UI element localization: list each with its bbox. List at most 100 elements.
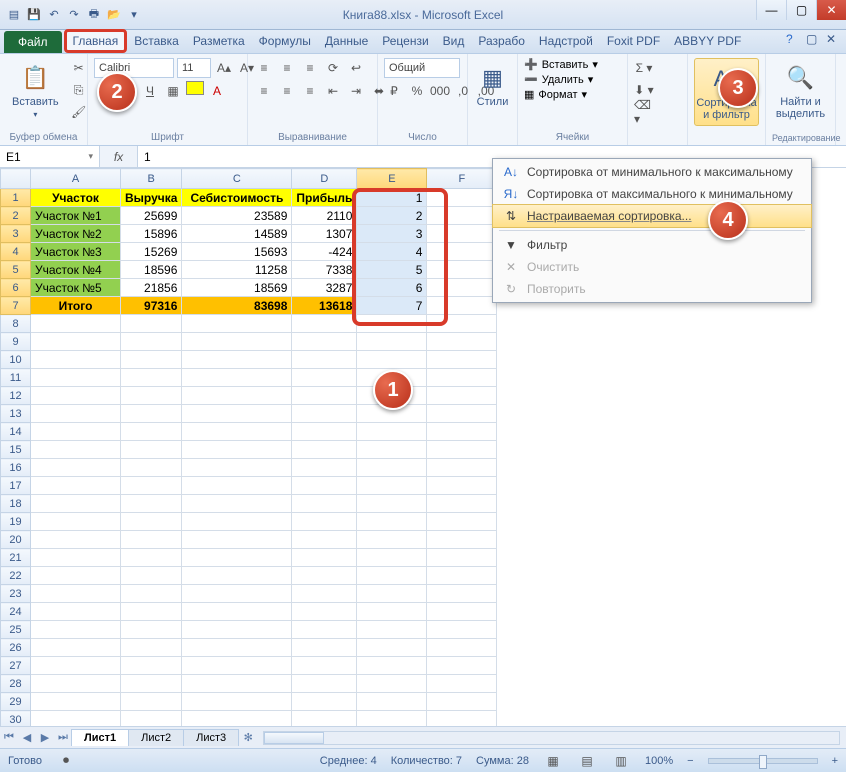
increase-font-icon[interactable]: A▴ xyxy=(214,58,234,78)
cell-A6[interactable]: Участок №5 xyxy=(31,279,121,297)
cell-D25[interactable] xyxy=(292,621,357,639)
cell-C29[interactable] xyxy=(182,693,292,711)
number-format-combo[interactable]: Общий xyxy=(384,58,460,78)
percent-icon[interactable]: % xyxy=(407,81,427,101)
cell-C30[interactable] xyxy=(182,711,292,727)
maximize-button[interactable]: ▢ xyxy=(786,0,816,20)
cell-B10[interactable] xyxy=(121,351,182,369)
clear-icon[interactable]: ⌫ ▾ xyxy=(634,102,654,122)
cell-B28[interactable] xyxy=(121,675,182,693)
zoom-out-button[interactable]: − xyxy=(687,755,693,767)
cell-A16[interactable] xyxy=(31,459,121,477)
cell-D5[interactable]: 7338 xyxy=(292,261,357,279)
cell-C10[interactable] xyxy=(182,351,292,369)
cell-D14[interactable] xyxy=(292,423,357,441)
cell-D21[interactable] xyxy=(292,549,357,567)
underline-button[interactable]: Ч xyxy=(140,81,160,101)
cell-B29[interactable] xyxy=(121,693,182,711)
cell-B17[interactable] xyxy=(121,477,182,495)
cell-C5[interactable]: 11258 xyxy=(182,261,292,279)
row-header-11[interactable]: 11 xyxy=(1,369,31,387)
cell-E7[interactable]: 7 xyxy=(357,297,427,315)
cell-F13[interactable] xyxy=(427,405,497,423)
sheet-nav-first[interactable]: ⏮ xyxy=(0,731,18,744)
cell-C22[interactable] xyxy=(182,567,292,585)
cell-E17[interactable] xyxy=(357,477,427,495)
menu-filter[interactable]: ▼Фильтр xyxy=(493,234,811,256)
tab-разрабо[interactable]: Разрабо xyxy=(471,29,532,53)
cell-B20[interactable] xyxy=(121,531,182,549)
cell-B18[interactable] xyxy=(121,495,182,513)
zoom-in-button[interactable]: + xyxy=(832,755,838,767)
cell-F28[interactable] xyxy=(427,675,497,693)
cell-F25[interactable] xyxy=(427,621,497,639)
col-header-C[interactable]: C xyxy=(182,169,292,189)
cell-C3[interactable]: 14589 xyxy=(182,225,292,243)
cell-D23[interactable] xyxy=(292,585,357,603)
cell-F22[interactable] xyxy=(427,567,497,585)
open-icon[interactable]: 📂 xyxy=(106,7,122,23)
cell-B7[interactable]: 97316 xyxy=(121,297,182,315)
cell-B3[interactable]: 15896 xyxy=(121,225,182,243)
cell-C24[interactable] xyxy=(182,603,292,621)
cell-A11[interactable] xyxy=(31,369,121,387)
cell-F23[interactable] xyxy=(427,585,497,603)
cell-D16[interactable] xyxy=(292,459,357,477)
cell-E29[interactable] xyxy=(357,693,427,711)
indent-inc-icon[interactable]: ⇥ xyxy=(346,81,366,101)
cell-E4[interactable]: 4 xyxy=(357,243,427,261)
row-header-27[interactable]: 27 xyxy=(1,657,31,675)
cell-A29[interactable] xyxy=(31,693,121,711)
help-icon[interactable]: ? xyxy=(786,32,800,46)
row-header-4[interactable]: 4 xyxy=(1,243,31,261)
cell-A8[interactable] xyxy=(31,315,121,333)
cell-A20[interactable] xyxy=(31,531,121,549)
cell-B22[interactable] xyxy=(121,567,182,585)
cell-F21[interactable] xyxy=(427,549,497,567)
cell-F26[interactable] xyxy=(427,639,497,657)
cell-E14[interactable] xyxy=(357,423,427,441)
cell-C4[interactable]: 15693 xyxy=(182,243,292,261)
undo-icon[interactable]: ↶ xyxy=(46,7,62,23)
row-header-1[interactable]: 1 xyxy=(1,189,31,207)
row-header-12[interactable]: 12 xyxy=(1,387,31,405)
cell-A9[interactable] xyxy=(31,333,121,351)
cell-C14[interactable] xyxy=(182,423,292,441)
cell-F2[interactable] xyxy=(427,207,497,225)
cell-C18[interactable] xyxy=(182,495,292,513)
cell-F6[interactable] xyxy=(427,279,497,297)
cell-B12[interactable] xyxy=(121,387,182,405)
cell-E27[interactable] xyxy=(357,657,427,675)
close-button[interactable]: ✕ xyxy=(816,0,846,20)
cell-E2[interactable]: 2 xyxy=(357,207,427,225)
cell-E1[interactable]: 1 xyxy=(357,189,427,207)
border-icon[interactable]: ▦ xyxy=(163,81,183,101)
cell-F8[interactable] xyxy=(427,315,497,333)
cell-E26[interactable] xyxy=(357,639,427,657)
cell-F15[interactable] xyxy=(427,441,497,459)
row-header-2[interactable]: 2 xyxy=(1,207,31,225)
cell-B27[interactable] xyxy=(121,657,182,675)
tab-надстрой[interactable]: Надстрой xyxy=(532,29,600,53)
cell-E10[interactable] xyxy=(357,351,427,369)
cell-E9[interactable] xyxy=(357,333,427,351)
row-header-28[interactable]: 28 xyxy=(1,675,31,693)
cell-D6[interactable]: 3287 xyxy=(292,279,357,297)
view-pagebreak-icon[interactable]: ▥ xyxy=(611,751,631,771)
cell-C15[interactable] xyxy=(182,441,292,459)
row-header-20[interactable]: 20 xyxy=(1,531,31,549)
row-header-18[interactable]: 18 xyxy=(1,495,31,513)
cell-C17[interactable] xyxy=(182,477,292,495)
select-all-corner[interactable] xyxy=(1,169,31,189)
cell-F24[interactable] xyxy=(427,603,497,621)
cell-B13[interactable] xyxy=(121,405,182,423)
cell-A1[interactable]: Участок xyxy=(31,189,121,207)
row-header-7[interactable]: 7 xyxy=(1,297,31,315)
cell-E3[interactable]: 3 xyxy=(357,225,427,243)
indent-dec-icon[interactable]: ⇤ xyxy=(323,81,343,101)
tab-разметка[interactable]: Разметка xyxy=(186,29,252,53)
row-header-24[interactable]: 24 xyxy=(1,603,31,621)
cell-C11[interactable] xyxy=(182,369,292,387)
align-top-icon[interactable]: ≡ xyxy=(254,58,274,78)
cell-E23[interactable] xyxy=(357,585,427,603)
